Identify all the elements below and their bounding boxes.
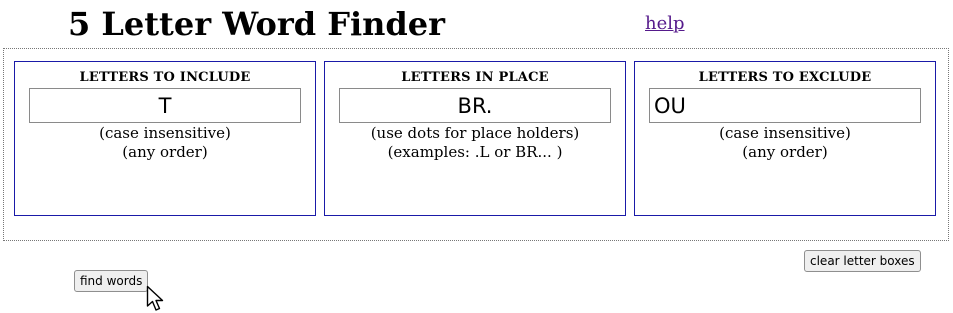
- panel-hint: (any order): [742, 143, 828, 161]
- panel-letters-in-place: LETTERS IN PLACE (use dots for place hol…: [324, 61, 626, 216]
- panel-heading: LETTERS IN PLACE: [401, 70, 549, 85]
- page-title: 5 Letter Word Finder: [68, 5, 445, 43]
- page: 5 Letter Word Finder help LETTERS TO INC…: [0, 0, 953, 313]
- panel-hint: (any order): [122, 143, 208, 161]
- panel-hint: (case insensitive): [99, 124, 231, 142]
- panel-heading: LETTERS TO INCLUDE: [79, 70, 251, 85]
- panel-letters-to-include: LETTERS TO INCLUDE (case insensitive) (a…: [14, 61, 316, 216]
- include-letters-input[interactable]: [29, 88, 301, 123]
- in-place-letters-input[interactable]: [339, 88, 611, 123]
- find-words-button[interactable]: find words: [74, 270, 149, 292]
- panel-hint: (examples: .L or BR... ): [387, 143, 563, 161]
- panel-hint: (case insensitive): [719, 124, 851, 142]
- panel-hint: (use dots for place holders): [370, 124, 580, 142]
- clear-letter-boxes-button[interactable]: clear letter boxes: [804, 250, 921, 272]
- mouse-pointer-icon: [146, 285, 164, 311]
- panel-letters-to-exclude: LETTERS TO EXCLUDE (case insensitive) (a…: [634, 61, 936, 216]
- exclude-letters-input[interactable]: [649, 88, 921, 123]
- help-link[interactable]: help: [645, 13, 685, 34]
- panel-heading: LETTERS TO EXCLUDE: [698, 70, 872, 85]
